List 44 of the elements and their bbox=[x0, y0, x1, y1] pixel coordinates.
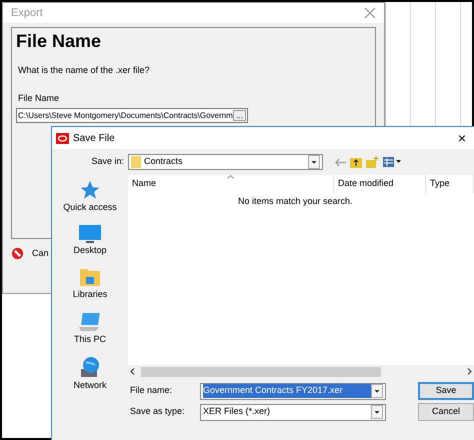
places-item[interactable]: Network bbox=[73, 355, 106, 392]
file-name-field[interactable]: Government Contracts FY2017.xer bbox=[200, 382, 386, 400]
scrollbar-thumb[interactable] bbox=[141, 366, 381, 376]
scroll-right-icon[interactable] bbox=[467, 368, 472, 375]
save-as-type-label: Save as type: bbox=[130, 405, 186, 418]
column-header[interactable]: Type bbox=[426, 175, 474, 193]
empty-message: No items match your search. bbox=[238, 195, 353, 207]
field-label: File Name bbox=[18, 92, 60, 104]
scroll-left-icon[interactable] bbox=[130, 368, 135, 375]
heading: File Name bbox=[16, 30, 102, 52]
dropdown-caret-icon[interactable] bbox=[371, 405, 383, 419]
star-icon bbox=[79, 179, 101, 201]
dropdown-caret-icon[interactable] bbox=[371, 384, 383, 398]
close-button[interactable]: × bbox=[454, 131, 470, 145]
horizontal-scrollbar[interactable] bbox=[128, 365, 474, 378]
places-item[interactable]: Libraries bbox=[72, 266, 108, 302]
column-header[interactable]: Name bbox=[128, 175, 334, 193]
app-logo-icon bbox=[56, 132, 69, 144]
question-text: What is the name of the .xer file? bbox=[18, 64, 151, 77]
file-name-label: File name: bbox=[130, 384, 174, 398]
save-in-label: Save in: bbox=[90, 155, 125, 168]
save-in-dropdown[interactable]: Contracts bbox=[128, 154, 323, 170]
folder-icon bbox=[131, 156, 141, 168]
sort-caret-icon bbox=[227, 175, 234, 179]
column-header[interactable]: Date modified bbox=[334, 175, 426, 193]
dropdown-caret-icon[interactable] bbox=[308, 155, 320, 169]
places-item[interactable]: Desktop bbox=[73, 224, 107, 257]
laptop-icon bbox=[78, 310, 102, 332]
no-entry-icon bbox=[11, 247, 24, 260]
window-title: Save File bbox=[73, 132, 116, 146]
monitor-icon bbox=[78, 224, 102, 244]
file-type-dropdown[interactable]: XER Files (*.xer) bbox=[200, 404, 386, 420]
file-path-field[interactable]: C:\Users\Steve Montgomery\Documents\Contracts\Governm ... bbox=[16, 108, 248, 123]
folder-up-icon[interactable] bbox=[350, 156, 362, 168]
browse-button[interactable]: ... bbox=[233, 110, 246, 121]
view-menu-icon[interactable] bbox=[383, 157, 401, 167]
cancel-button[interactable]: Can bbox=[32, 247, 49, 260]
cancel-button[interactable]: Cancel bbox=[418, 403, 474, 421]
close-icon[interactable] bbox=[364, 7, 376, 19]
save-button[interactable]: Save bbox=[418, 382, 474, 400]
window-title: Export bbox=[11, 6, 43, 21]
folder-icon bbox=[78, 266, 101, 288]
places-item[interactable]: This PC bbox=[74, 310, 106, 346]
places-item[interactable]: Quick access bbox=[63, 179, 117, 214]
